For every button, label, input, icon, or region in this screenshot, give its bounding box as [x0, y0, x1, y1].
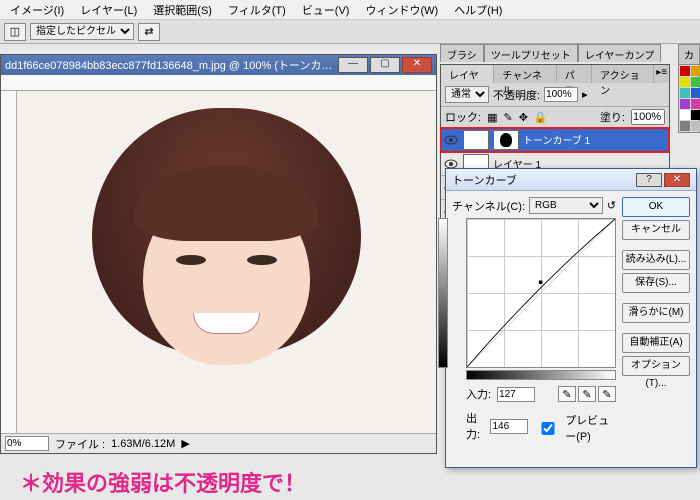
layer-name: トーンカーブ 1	[523, 132, 590, 147]
document-titlebar[interactable]: dd1f66ce078984bb83ecc877fd136648_m.jpg @…	[1, 55, 436, 75]
swatch[interactable]	[680, 66, 690, 76]
layer-row-curves-1[interactable]: ⬔ トーンカーブ 1	[441, 128, 669, 152]
curves-thumb-icon: ⬔	[463, 130, 489, 150]
opacity-input[interactable]	[544, 87, 578, 102]
zoom-input[interactable]	[5, 436, 49, 451]
fill-input[interactable]	[631, 109, 665, 125]
channel-reset-icon[interactable]: ↺	[607, 199, 616, 212]
photo-portrait	[17, 91, 436, 433]
input-label: 入力:	[466, 386, 491, 402]
menu-filter[interactable]: フィルタ(T)	[222, 0, 292, 20]
swatch[interactable]	[691, 77, 700, 87]
ruler-vertical	[1, 91, 17, 433]
opacity-arrow-icon[interactable]: ▸	[582, 88, 588, 101]
menu-view[interactable]: ビュー(V)	[296, 0, 356, 20]
preview-checkbox[interactable]	[534, 422, 562, 435]
visibility-icon[interactable]	[443, 133, 459, 147]
tab-paths[interactable]: パス	[557, 65, 592, 83]
curves-title-text: トーンカーブ	[452, 172, 517, 188]
menu-layer[interactable]: レイヤー(L)	[74, 0, 143, 20]
smooth-button[interactable]: 滑らかに(M)	[622, 303, 690, 323]
menubar: イメージ(I) レイヤー(L) 選択範囲(S) フィルタ(T) ビュー(V) ウ…	[0, 0, 700, 20]
menu-select[interactable]: 選択範囲(S)	[147, 0, 218, 20]
load-button[interactable]: 読み込み(L)...	[622, 250, 690, 270]
minimize-button[interactable]: —	[338, 57, 368, 73]
blend-mode-select[interactable]: 通常	[445, 86, 489, 103]
swatch[interactable]	[691, 66, 700, 76]
panel-menu-icon[interactable]: ▸≡	[654, 65, 669, 83]
eyedropper-gray-icon[interactable]: ✎	[578, 386, 596, 402]
panel-tabs-top: ブラシ ツールプリセット レイヤーカンプ	[440, 44, 670, 62]
menu-window[interactable]: ウィンドウ(W)	[359, 0, 444, 20]
canvas[interactable]	[17, 91, 436, 433]
curves-dialog: トーンカーブ ? ✕ チャンネル(C): RGB ↺	[445, 168, 697, 468]
ok-button[interactable]: OK	[622, 197, 690, 217]
file-stat-label: ファイル :	[55, 436, 105, 452]
tab-channels[interactable]: チャンネル	[494, 65, 556, 83]
mask-thumb-icon	[493, 130, 519, 150]
channel-label: チャンネル(C):	[452, 198, 525, 214]
close-button[interactable]: ✕	[664, 173, 690, 187]
document-window: dd1f66ce078984bb83ecc877fd136648_m.jpg @…	[0, 54, 437, 454]
fill-label: 塗り:	[600, 109, 625, 125]
curve-plot[interactable]	[466, 218, 616, 368]
swatch[interactable]	[691, 88, 700, 98]
tab-tool-preset[interactable]: ツールプリセット	[484, 44, 578, 62]
preview-label: プレビュー(P)	[565, 412, 616, 444]
swatch[interactable]	[680, 99, 690, 109]
lock-all-icon[interactable]: 🔒	[534, 111, 548, 124]
ruler-horizontal	[1, 75, 436, 91]
options-toolbar: ◫ 指定したピクセル ⇄	[0, 20, 700, 44]
maximize-button[interactable]: ▢	[370, 57, 400, 73]
swatch[interactable]	[680, 77, 690, 87]
channel-select[interactable]: RGB	[529, 197, 603, 214]
swap-icon[interactable]: ⇄	[138, 23, 160, 41]
document-title: dd1f66ce078984bb83ecc877fd136648_m.jpg @…	[5, 57, 338, 73]
status-arrow-icon[interactable]: ▶	[181, 437, 189, 450]
menu-help[interactable]: ヘルプ(H)	[448, 0, 508, 20]
swatch[interactable]	[691, 110, 700, 120]
lock-paint-icon[interactable]: ✎	[503, 111, 512, 124]
eyedropper-white-icon[interactable]: ✎	[598, 386, 616, 402]
menu-image[interactable]: イメージ(I)	[4, 0, 70, 20]
gradient-vertical	[438, 218, 448, 368]
auto-button[interactable]: 自動補正(A)	[622, 333, 690, 353]
swatches-title: カ	[678, 44, 700, 65]
swatches-grid[interactable]	[678, 65, 700, 133]
tab-actions[interactable]: アクション	[592, 65, 654, 83]
lock-label: ロック:	[445, 109, 481, 125]
options-button[interactable]: オプション(T)...	[622, 356, 690, 376]
lock-move-icon[interactable]: ✥	[519, 111, 528, 124]
swatch[interactable]	[691, 121, 700, 131]
crop-icon[interactable]: ◫	[4, 23, 26, 41]
curves-titlebar[interactable]: トーンカーブ ? ✕	[446, 169, 696, 191]
save-button[interactable]: 保存(S)...	[622, 273, 690, 293]
tab-brush[interactable]: ブラシ	[440, 44, 484, 62]
tab-layers[interactable]: レイヤー	[441, 65, 494, 83]
output-label: 出力:	[466, 410, 484, 442]
help-button[interactable]: ?	[636, 173, 662, 187]
caption-text: ＊効果の強弱は不透明度で！	[20, 466, 306, 498]
gradient-horizontal	[466, 370, 616, 380]
crop-mode-select[interactable]: 指定したピクセル	[30, 23, 134, 40]
swatches-panel: カ	[678, 44, 700, 133]
file-stat: 1.63M/6.12M	[111, 438, 175, 450]
lock-trans-icon[interactable]: ▦	[487, 111, 497, 124]
output-value[interactable]	[490, 419, 528, 434]
opacity-label: 不透明度:	[493, 87, 540, 103]
swatch[interactable]	[680, 88, 690, 98]
swatch[interactable]	[680, 110, 690, 120]
eyedropper-black-icon[interactable]: ✎	[558, 386, 576, 402]
cancel-button[interactable]: キャンセル	[622, 220, 690, 240]
document-statusbar: ファイル : 1.63M/6.12M ▶	[1, 433, 436, 453]
swatch[interactable]	[691, 99, 700, 109]
swatch[interactable]	[680, 121, 690, 131]
close-button[interactable]: ✕	[402, 57, 432, 73]
input-value[interactable]	[497, 387, 535, 402]
tab-layer-comp[interactable]: レイヤーカンプ	[578, 44, 661, 62]
